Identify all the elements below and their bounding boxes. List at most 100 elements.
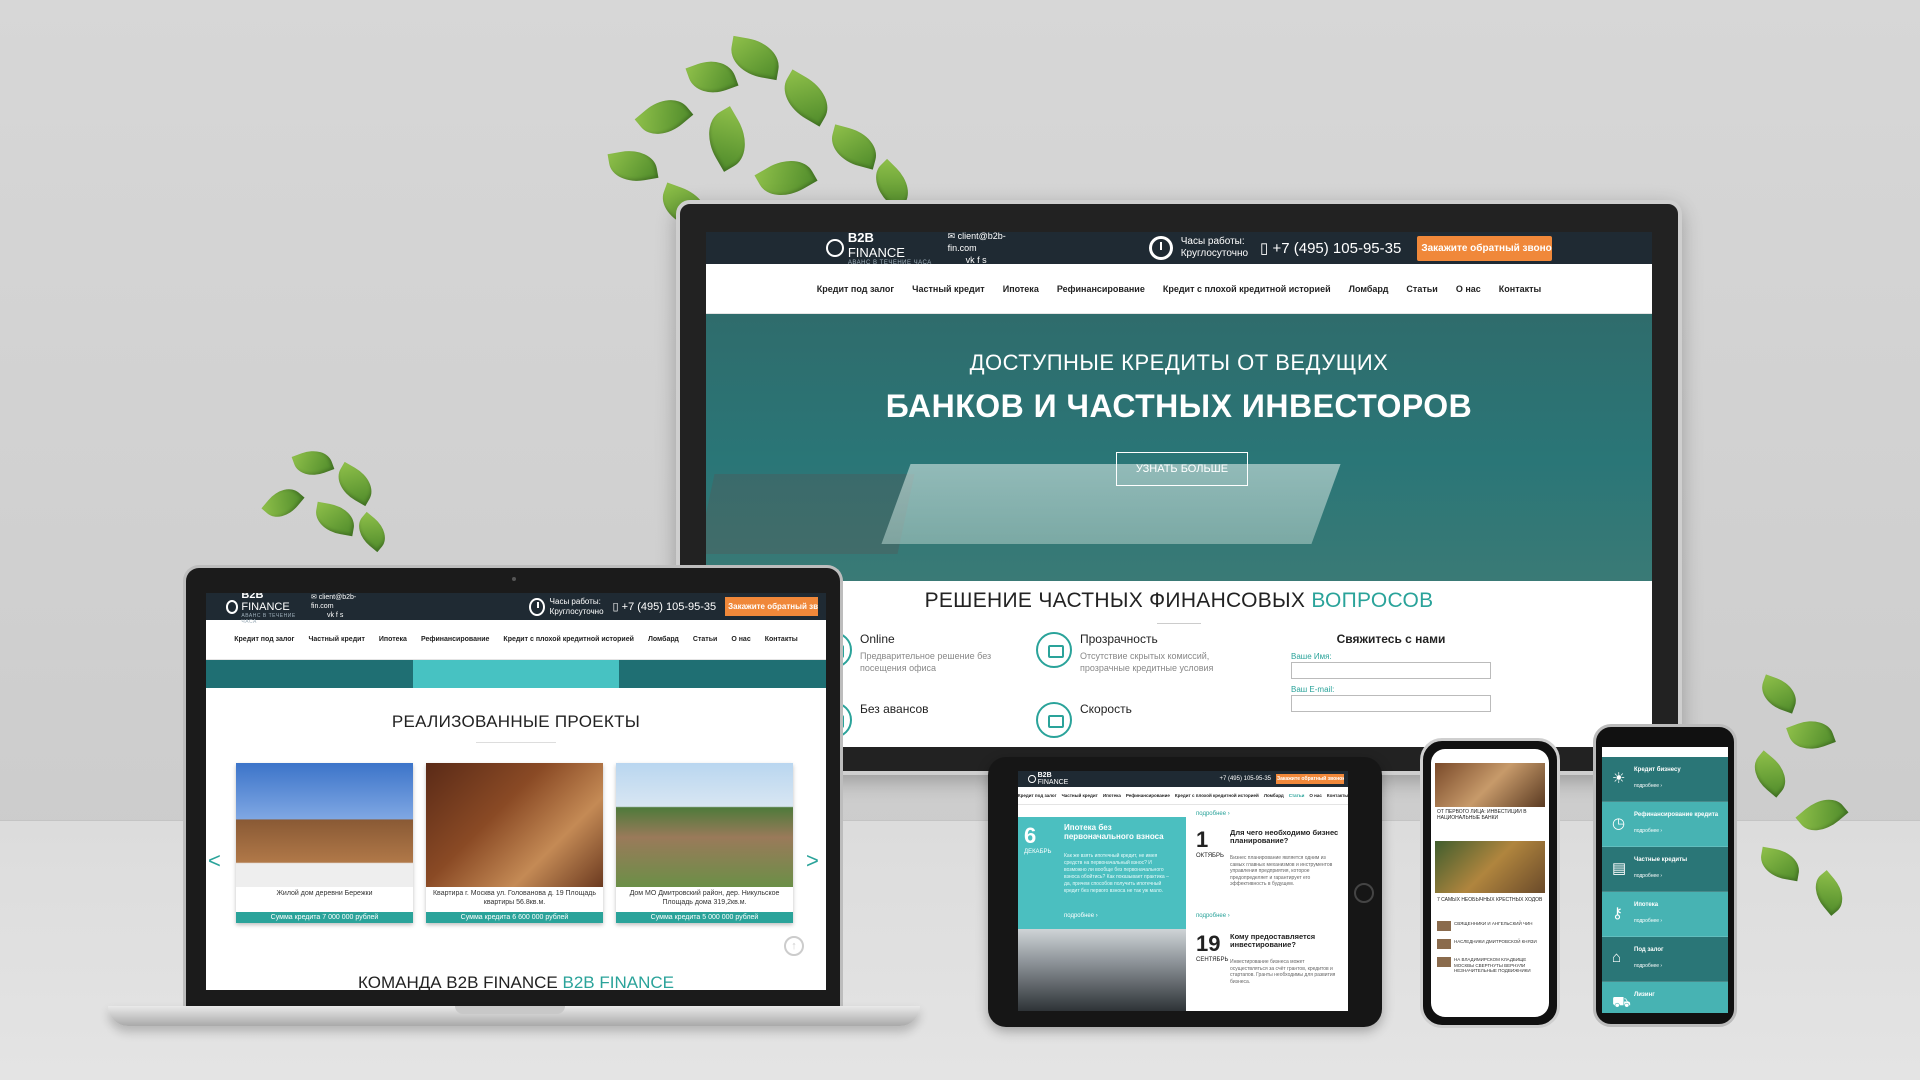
tab-segment[interactable] [206, 660, 413, 688]
nav-item[interactable]: Ипотека [1103, 793, 1121, 798]
news-photo[interactable] [1435, 841, 1545, 893]
tablet-home-button [1354, 883, 1374, 903]
nav-item[interactable]: Частный кредит [308, 636, 364, 643]
service-item[interactable]: ◷ Рефинансирование кредита подробнее › [1602, 802, 1728, 847]
nav-item[interactable]: Кредит под залог [234, 636, 294, 643]
logo[interactable]: B2B FINANCE АВАНС В ТЕЧЕНИЕ ЧАСА [826, 232, 934, 266]
phone-number[interactable]: ▯ +7 (495) 105-95-35 [613, 600, 717, 613]
feature-speed: Скорость [1036, 702, 1132, 738]
article-card[interactable]: 1 ОКТЯБРЬ Для чего необходимо бизнес пла… [1196, 827, 1344, 887]
phone-number[interactable]: ▯ +7 (495) 105-95-35 [1260, 239, 1401, 257]
skype-icon[interactable]: s [982, 255, 987, 265]
service-item[interactable]: ⛟ Лизинг [1602, 982, 1728, 1013]
phone-icon: ▯ [1260, 240, 1273, 257]
email-label: Ваш E-mail: [1291, 685, 1335, 694]
learn-more-button[interactable]: УЗНАТЬ БОЛЬШЕ [1116, 452, 1248, 486]
callback-button[interactable]: Закажите обратный звонок [1417, 235, 1552, 261]
tab-segment[interactable] [412, 660, 620, 688]
news-photo[interactable] [1435, 763, 1545, 807]
nav-item[interactable]: О нас [1456, 284, 1481, 294]
mail-icon: ✉ [310, 594, 319, 601]
nav-item[interactable]: Рефинансирование [1126, 793, 1170, 798]
monitor-screen: B2B FINANCE АВАНС В ТЕЧЕНИЕ ЧАСА ✉ clien… [706, 232, 1652, 747]
article-card[interactable]: 19 СЕНТЯБРЬ Кому предоставляется инвести… [1196, 931, 1344, 985]
phone-services-screen: ☀ Кредит бизнесу подробнее › ◷ Рефинансиров… [1602, 747, 1728, 1013]
callback-button[interactable]: Закажите обратный звонок [1276, 774, 1344, 784]
news-thumb [1437, 939, 1451, 949]
nav-item[interactable]: Ломбард [648, 636, 679, 643]
nav-item[interactable]: Контакты [765, 636, 798, 643]
nav-item[interactable]: Статьи [693, 636, 717, 643]
name-input[interactable] [1291, 662, 1491, 679]
news-list-item[interactable]: НА ВЛАДИМИРСКОМ КЛАДБИЩЕ МОСКВЫ СВЕРГНУТ… [1437, 957, 1543, 974]
news-list-item[interactable]: СВЯЩЕННИКИ И АНГЕЛЬСКИЙ ЧИН [1437, 921, 1543, 931]
skype-icon[interactable]: s [340, 612, 344, 619]
service-item[interactable]: ⚷ Ипотека подробнее › [1602, 892, 1728, 937]
coins-icon: ▤ [1612, 860, 1627, 877]
news-thumb [1437, 957, 1451, 967]
project-card[interactable]: Дом МО Дмитровский район, дер. Никульско… [616, 763, 793, 923]
nav-item[interactable]: Частный кредит [1062, 793, 1098, 798]
nav-item[interactable]: Ипотека [379, 636, 407, 643]
main-nav: Кредит под залог Частный кредит Ипотека … [1018, 787, 1348, 805]
news-list-item[interactable]: НАСЛЕДНИКИ ДМИТРОВСКОЙ КНЯЗИ [1437, 939, 1543, 949]
more-link[interactable]: подробнее › [1196, 913, 1230, 919]
site-header: B2B FINANCE АВАНС В ТЕЧЕНИЕ ЧАСА ✉ clien… [706, 232, 1652, 266]
hours-label: Часы работы: [1180, 236, 1245, 247]
nav-item[interactable]: Ломбард [1264, 793, 1284, 798]
hero-background-notebook [881, 464, 1341, 544]
service-item[interactable]: ⌂ Под залог подробнее › [1602, 937, 1728, 982]
nav-item[interactable]: О нас [731, 636, 750, 643]
article-card-featured[interactable]: 6 ДЕКАБРЬ Ипотека без первоначального вз… [1018, 817, 1186, 929]
mail-icon: ✉ [947, 232, 958, 241]
nav-item[interactable]: Кредит под залог [1018, 793, 1057, 798]
mockup-scene: B2B FINANCE АВАНС В ТЕЧЕНИЕ ЧАСА ✉ clien… [0, 0, 1920, 1080]
nav-item[interactable]: Кредит под залог [817, 284, 894, 294]
logo[interactable]: B2B FINANCE АВАНС В ТЕЧЕНИЕ ЧАСА [226, 593, 303, 625]
hero-banner: ДОСТУПНЫЕ КРЕДИТЫ ОТ ВЕДУЩИХ БАНКОВ И ЧА… [706, 314, 1652, 581]
logo-tree-icon [826, 239, 844, 257]
nav-item[interactable]: Контакты [1499, 284, 1541, 294]
carousel-next-arrow[interactable]: > [806, 848, 819, 874]
phone-icon: ▯ [612, 601, 622, 613]
phone-number[interactable]: +7 (495) 105-95-35 [1219, 776, 1271, 782]
email-input[interactable] [1291, 695, 1491, 712]
phone-news: ОТ ПЕРВОГО ЛИЦА: ИНВЕСТИЦИИ В НАЦИОНАЛЬН… [1420, 738, 1560, 1028]
eye-icon [1036, 632, 1072, 668]
projects-carousel: Жилой дом деревни Бережки Сумма кредита … [236, 763, 793, 923]
nav-item[interactable]: Ломбард [1349, 284, 1389, 294]
project-card[interactable]: Жилой дом деревни Бережки Сумма кредита … [236, 763, 413, 923]
nav-item[interactable]: Рефинансирование [421, 636, 489, 643]
nav-item[interactable]: Статьи [1406, 284, 1437, 294]
scroll-up-icon[interactable]: ↑ [784, 936, 804, 956]
carousel-prev-arrow[interactable]: < [208, 848, 221, 874]
nav-item[interactable]: Кредит с плохой кредитной историей [1175, 793, 1259, 798]
laptop: B2B FINANCE АВАНС В ТЕЧЕНИЕ ЧАСА ✉ clien… [183, 565, 843, 1007]
vk-icon[interactable]: vk [327, 612, 336, 619]
news-caption: 7 САМЫХ НЕОБЫЧНЫХ КРЕСТНЫХ ХОДОВ [1437, 897, 1543, 903]
nav-item[interactable]: Статьи [1289, 793, 1305, 798]
nav-item[interactable]: О нас [1309, 793, 1321, 798]
vk-icon[interactable]: vk [966, 255, 978, 265]
nav-item[interactable]: Рефинансирование [1057, 284, 1145, 294]
nav-item[interactable]: Контакты [1327, 793, 1348, 798]
clock-icon [1148, 236, 1173, 260]
callback-button[interactable]: Закажите обратный звонок [725, 597, 818, 616]
nav-item[interactable]: Ипотека [1003, 284, 1039, 294]
contact-form-title: Свяжитесь с нами [1336, 632, 1446, 646]
project-card[interactable]: Квартира г. Москва ул. Голованова д. 19 … [426, 763, 603, 923]
more-link[interactable]: подробнее › [1196, 811, 1230, 817]
service-item[interactable]: ☀ Кредит бизнесу подробнее › [1602, 757, 1728, 802]
logo[interactable]: B2B FINANCE [1028, 772, 1081, 786]
phone-menu-header[interactable] [1602, 747, 1728, 757]
tab-segment[interactable] [619, 660, 826, 688]
nav-item[interactable]: Кредит с плохой кредитной историей [1163, 284, 1331, 294]
news-caption: ОТ ПЕРВОГО ЛИЦА: ИНВЕСТИЦИИ В НАЦИОНАЛЬН… [1437, 809, 1527, 821]
nav-item[interactable]: Кредит с плохой кредитной историей [503, 636, 634, 643]
header-contacts: ✉ client@b2b-fin.com vk f s [948, 232, 1034, 266]
clock-icon: ◷ [1612, 815, 1626, 832]
feature-online: Online Предварительное решение без посеще… [816, 632, 1020, 674]
service-item[interactable]: ▤ Частные кредиты подробнее › [1602, 847, 1728, 892]
nav-item[interactable]: Частный кредит [912, 284, 985, 294]
phone-services: ☀ Кредит бизнесу подробнее › ◷ Рефинансиров… [1593, 724, 1737, 1027]
